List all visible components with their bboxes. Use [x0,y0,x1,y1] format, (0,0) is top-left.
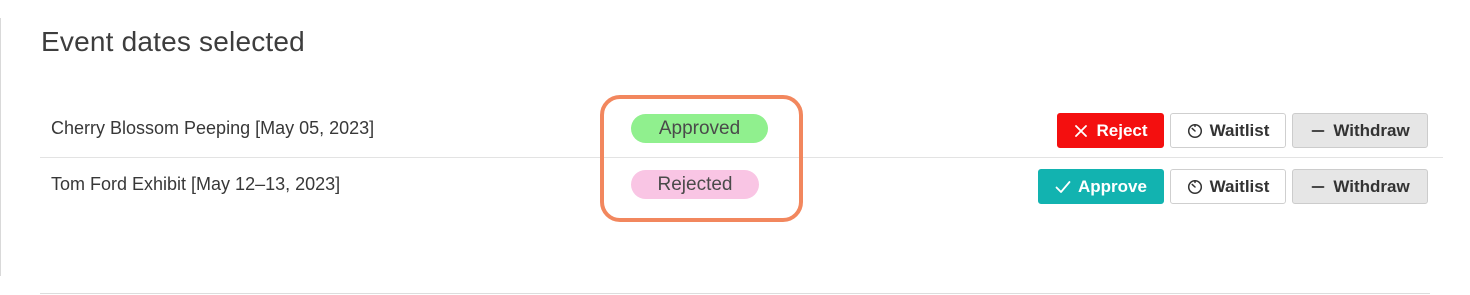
event-name: Cherry Blossom Peeping [May 05, 2023] [51,118,375,138]
check-icon [1055,179,1071,195]
row-actions: Approve Waitlist Withdraw [1038,169,1428,204]
waitlist-button-label: Waitlist [1209,120,1270,140]
waitlist-button[interactable]: Waitlist [1170,113,1286,148]
close-icon [1073,123,1089,139]
event-name: Tom Ford Exhibit [May 12–13, 2023] [51,174,341,194]
status-highlight-annotation [600,95,803,222]
reject-button[interactable]: Reject [1057,113,1164,148]
timer-icon [1187,179,1203,195]
approve-button-label: Approve [1078,176,1147,196]
timer-icon [1187,123,1203,139]
withdraw-button-label: Withdraw [1333,176,1410,196]
withdraw-button-label: Withdraw [1333,120,1410,140]
withdraw-button[interactable]: Withdraw [1292,113,1428,148]
left-divider [0,18,1,276]
bottom-divider [40,293,1430,294]
approve-button[interactable]: Approve [1038,169,1164,204]
withdraw-button[interactable]: Withdraw [1292,169,1428,204]
waitlist-button-label: Waitlist [1209,176,1270,196]
waitlist-button[interactable]: Waitlist [1170,169,1286,204]
row-actions: Reject Waitlist Withdraw [1057,113,1428,148]
minus-icon [1310,179,1326,195]
section-title: Event dates selected [41,26,305,57]
minus-icon [1310,123,1326,139]
reject-button-label: Reject [1096,120,1148,140]
